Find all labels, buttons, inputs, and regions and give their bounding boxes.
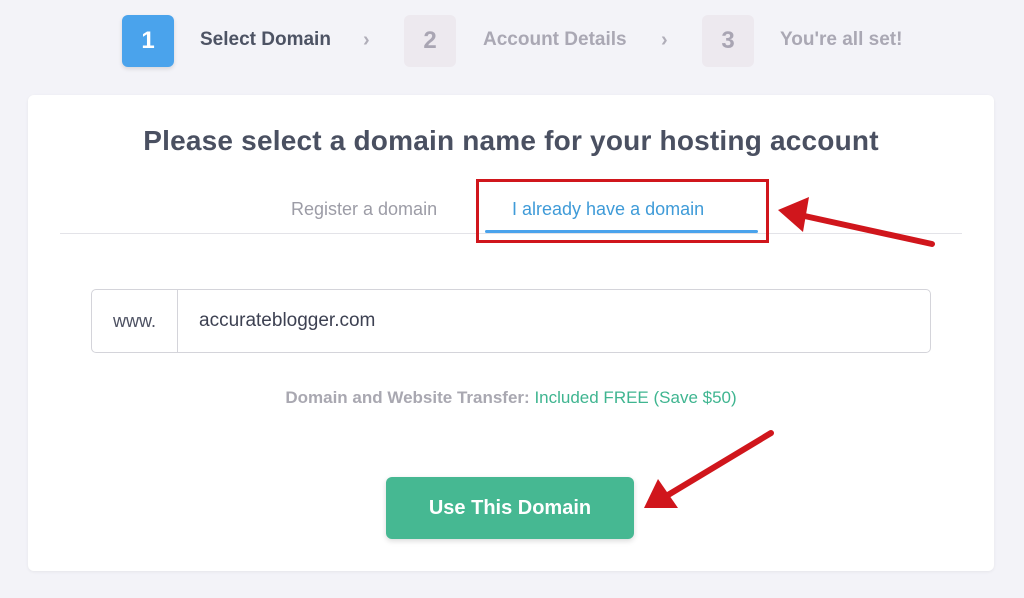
step-3-number: 3	[702, 15, 754, 67]
domain-input-group: www.	[91, 289, 931, 353]
step-2-number: 2	[404, 15, 456, 67]
domain-input[interactable]	[178, 290, 930, 352]
transfer-info: Domain and Website Transfer: Included FR…	[28, 388, 994, 408]
use-this-domain-button[interactable]: Use This Domain	[386, 477, 634, 539]
transfer-value: Included FREE (Save $50)	[534, 388, 737, 407]
transfer-label: Domain and Website Transfer:	[285, 388, 530, 407]
annotation-highlight-box	[476, 179, 769, 243]
progress-stepper: 1 Select Domain › 2 Account Details › 3 …	[0, 0, 1024, 85]
page-title: Please select a domain name for your hos…	[143, 125, 879, 156]
tab-register-domain[interactable]: Register a domain	[291, 199, 437, 220]
chevron-right-icon: ›	[661, 29, 668, 51]
chevron-right-icon: ›	[363, 29, 370, 51]
step-2-label: Account Details	[483, 29, 627, 50]
step-1-number: 1	[122, 15, 174, 67]
step-3-label: You're all set!	[780, 29, 903, 50]
domain-prefix: www.	[92, 290, 178, 352]
domain-selection-card: Please select a domain name for your hos…	[28, 95, 994, 571]
step-1-label: Select Domain	[200, 29, 331, 50]
